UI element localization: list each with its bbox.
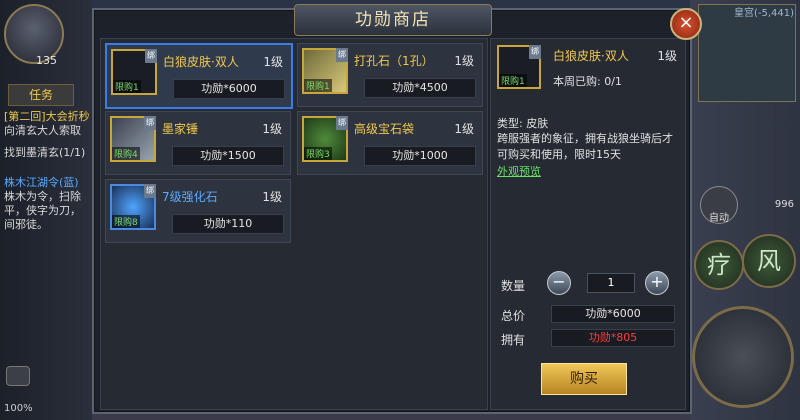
map-coordinate: 皇宫(-5,441)	[733, 8, 794, 19]
item-price: 功勋*1500	[172, 146, 284, 166]
item-name: 7级强化石	[162, 190, 218, 204]
item-level: 1级	[262, 122, 282, 136]
auto-label: 自动	[709, 213, 729, 224]
item-level: 1级	[454, 54, 474, 68]
attack-button[interactable]	[692, 306, 794, 408]
item-name: 墨家锤	[162, 122, 199, 136]
right-hud: 皇宫(-5,441) 自动 996 疗 风	[690, 0, 800, 420]
item-level: 1级	[454, 122, 474, 136]
limit-badge: 限购1	[499, 74, 527, 87]
limit-badge: 限购4	[112, 147, 140, 160]
detail-item-level: 1级	[657, 49, 677, 63]
limit-badge: 限购3	[304, 147, 332, 160]
detail-item-name: 白狼皮肤·双人	[553, 49, 629, 63]
limit-badge: 限购8	[112, 215, 140, 228]
bind-badge: 绑	[529, 45, 541, 59]
quest-line: 间邪徒。	[4, 218, 48, 231]
wolf-skin-icon: 绑 限购1	[111, 49, 157, 95]
item-name: 白狼皮肤·双人	[163, 55, 239, 69]
potion-slot[interactable]: 996	[764, 176, 794, 210]
shop-item[interactable]: 绑 限购1 打孔石（1孔） 1级 功勋*4500	[297, 43, 483, 107]
quest-line: 株木为令，扫除	[4, 190, 81, 203]
player-level: 135	[36, 54, 57, 67]
quest-line[interactable]: 株木江湖令(蓝)	[4, 176, 90, 190]
close-button[interactable]: ×	[670, 8, 702, 40]
quantity-plus-button[interactable]: +	[645, 271, 669, 295]
bind-badge: 绑	[336, 48, 348, 62]
left-hud: 135 任务 [第二回]大会折秒 向清玄大人索取 找到墨清玄(1/1) 株木江湖…	[0, 0, 92, 420]
quantity-input[interactable]: 1	[587, 273, 635, 293]
skill-char: 疗	[707, 251, 731, 279]
shop-item[interactable]: 绑 限购8 7级强化石 1级 功勋*110	[105, 179, 291, 243]
bind-badge: 绑	[144, 184, 156, 198]
battery-indicator: 100%	[4, 403, 33, 414]
total-price-value: 功勋*6000	[551, 305, 675, 323]
quantity-minus-button[interactable]: −	[547, 271, 571, 295]
item-price: 功勋*1000	[364, 146, 476, 166]
total-price-label: 总价	[501, 309, 526, 323]
item-price: 功勋*4500	[364, 78, 476, 98]
wolf-skin-icon: 绑 限购1	[497, 45, 541, 89]
quantity-label: 数量	[501, 279, 526, 293]
hammer-icon: 绑 限购4	[110, 116, 156, 162]
limit-badge: 限购1	[113, 80, 141, 93]
quest-line[interactable]: 向清玄大人索取	[4, 124, 90, 138]
panel-title-bar: 功勋商店	[294, 4, 492, 36]
item-price: 功勋*6000	[173, 79, 285, 99]
item-description: 跨服强者的象征，拥有战狼坐骑后才可购买和使用，限时15天	[497, 132, 673, 161]
owned-value: 功勋*805	[551, 329, 675, 347]
camera-icon[interactable]	[6, 366, 30, 386]
quest-line[interactable]: 找到墨清玄(1/1)	[4, 146, 90, 160]
potion-count: 996	[774, 199, 794, 210]
bind-badge: 绑	[336, 116, 348, 130]
quest-tab[interactable]: 任务	[8, 84, 74, 106]
limit-badge: 限购1	[304, 79, 332, 92]
quest-line[interactable]: [第二回]大会折秒	[4, 110, 90, 124]
owned-label: 拥有	[501, 333, 526, 347]
item-level: 1级	[262, 190, 282, 204]
item-name: 打孔石（1孔）	[354, 54, 434, 68]
skill-button-wind[interactable]: 风	[742, 234, 796, 288]
shop-item-grid: 绑 限购1 白狼皮肤·双人 1级 功勋*6000 绑 限购1 打孔石（1孔） 1…	[100, 38, 488, 410]
panel-title: 功勋商店	[355, 10, 431, 30]
buy-button[interactable]: 购买	[541, 363, 627, 395]
item-name: 高级宝石袋	[354, 122, 415, 136]
weekly-purchased: 本周已购: 0/1	[553, 75, 622, 88]
skill-char: 风	[757, 247, 781, 275]
item-price: 功勋*110	[172, 214, 284, 234]
merit-shop-panel: 功勋商店 绑 限购1 白狼皮肤·双人 1级 功勋*6000 绑 限购1 打孔石（…	[92, 4, 692, 414]
item-detail-panel: 绑 限购1 白狼皮肤·双人 1级 本周已购: 0/1 类型: 皮肤 跨服强者的象…	[490, 38, 686, 410]
enhance-stone-icon: 绑 限购8	[110, 184, 156, 230]
quest-line: 平，侠字为刀，	[4, 204, 81, 217]
auto-battle-button[interactable]: 自动	[700, 186, 738, 224]
gem-bag-icon: 绑 限购3	[302, 116, 348, 162]
bind-badge: 绑	[144, 116, 156, 130]
shop-item[interactable]: 绑 限购3 高级宝石袋 1级 功勋*1000	[297, 111, 483, 175]
appearance-preview-link[interactable]: 外观预览	[497, 163, 541, 179]
item-level: 1级	[263, 55, 283, 69]
item-type: 类型: 皮肤	[497, 117, 549, 130]
shop-item[interactable]: 绑 限购4 墨家锤 1级 功勋*1500	[105, 111, 291, 175]
bind-badge: 绑	[145, 49, 157, 63]
socket-stone-icon: 绑 限购1	[302, 48, 348, 94]
skill-button-heal[interactable]: 疗	[694, 240, 744, 290]
shop-item[interactable]: 绑 限购1 白狼皮肤·双人 1级 功勋*6000	[105, 43, 293, 109]
